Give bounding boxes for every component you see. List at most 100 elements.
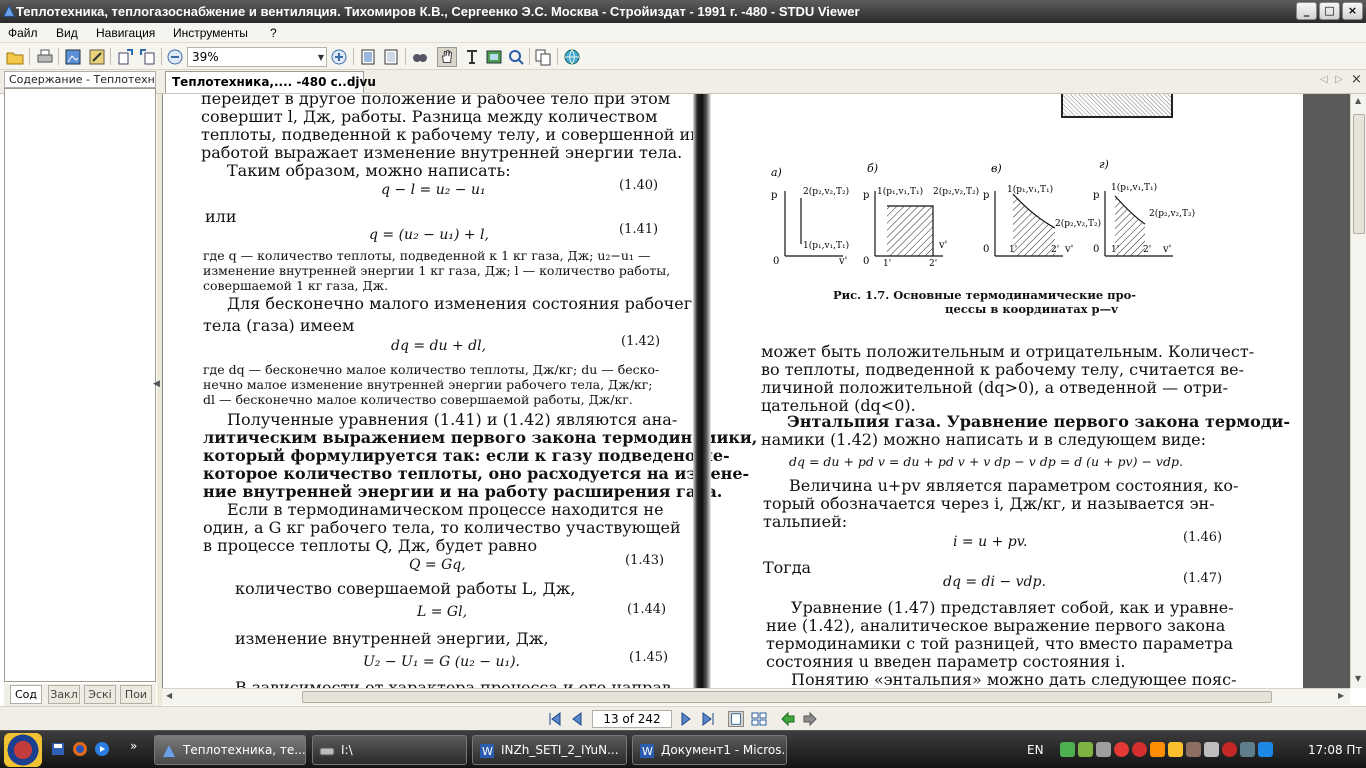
tray-gear-icon[interactable] xyxy=(1096,742,1111,757)
collapse-arrow-icon[interactable]: ◀ xyxy=(153,379,160,389)
task-stdu-viewer[interactable]: Теплотехника, те... xyxy=(154,735,306,765)
scroll-right-icon[interactable]: ▶ xyxy=(1338,691,1344,700)
zoom-area-icon[interactable] xyxy=(506,47,526,67)
zoom-in-icon[interactable] xyxy=(329,47,349,67)
tray-user-icon[interactable] xyxy=(1186,742,1201,757)
tray-network-icon[interactable] xyxy=(1060,742,1075,757)
close-tab-icon[interactable]: × xyxy=(1351,72,1362,87)
quicklaunch-more-icon[interactable]: » xyxy=(130,739,137,753)
copy-icon[interactable] xyxy=(533,47,553,67)
tray-opera-icon[interactable] xyxy=(1132,742,1147,757)
figure-label: б) xyxy=(867,162,878,175)
text-line: литическим выражением первого закона тер… xyxy=(203,428,758,447)
tray-update-icon[interactable] xyxy=(1168,742,1183,757)
scroll-thumb[interactable] xyxy=(1353,114,1365,234)
tab-document[interactable]: Теплотехника,.... -480 с..djvu xyxy=(165,71,376,93)
tray-flash-icon[interactable] xyxy=(1222,742,1237,757)
zoom-select[interactable]: 39% ▼ xyxy=(187,47,327,67)
maximize-button[interactable]: □ xyxy=(1319,2,1340,20)
text-line: где q — количество теплоты, подведенной … xyxy=(203,248,651,263)
task-explorer[interactable]: I:\ xyxy=(312,735,467,765)
scroll-down-icon[interactable]: ▼ xyxy=(1355,674,1361,683)
text-select-icon[interactable] xyxy=(462,47,482,67)
print-icon[interactable] xyxy=(35,47,55,67)
scroll-up-icon[interactable]: ▲ xyxy=(1355,96,1361,105)
scroll-thumb[interactable] xyxy=(302,691,1272,703)
forward-icon[interactable] xyxy=(802,711,818,727)
facing-pages-view-icon[interactable] xyxy=(751,711,767,727)
text-line: тела (газа) имеем xyxy=(203,316,355,335)
equation-number: (1.46) xyxy=(1183,530,1223,545)
rotate-right-icon[interactable] xyxy=(138,47,158,67)
toolbar-separator xyxy=(29,48,30,65)
text-line: термодинамики с той разницей, что вместо… xyxy=(766,634,1234,653)
toolbar-separator xyxy=(405,48,406,65)
close-button[interactable]: × xyxy=(1342,2,1363,20)
document-viewer[interactable]: перейдет в другое положение и рабочее те… xyxy=(162,94,1350,688)
menu-view[interactable]: Вид xyxy=(56,26,78,40)
open-folder-icon[interactable] xyxy=(5,47,25,67)
tray-display-icon[interactable] xyxy=(1240,742,1255,757)
scroll-left-icon[interactable]: ◀ xyxy=(166,691,172,700)
text-line: Таким образом, можно написать: xyxy=(227,161,511,180)
tray-monitor-icon[interactable] xyxy=(1258,742,1273,757)
tab-contents[interactable]: Сод xyxy=(10,685,42,704)
text-line: может быть положительным и отрицательным… xyxy=(761,342,1255,361)
text-line: в процессе теплоты Q, Дж, будет равно xyxy=(203,536,538,555)
first-page-icon[interactable] xyxy=(547,711,563,727)
clock[interactable]: 17:08 Пт 14 xyxy=(1308,743,1366,757)
tab-search[interactable]: Пои xyxy=(120,685,152,704)
page-number-input[interactable]: 13 of 242 xyxy=(592,710,672,728)
tab-thumbnails[interactable]: Эскі xyxy=(84,685,116,704)
fit-page-icon[interactable] xyxy=(381,47,401,67)
task-word-document[interactable]: W INZh_SETI_2_IYuN... xyxy=(472,735,627,765)
task-label: INZh_SETI_2_IYuN... xyxy=(501,743,619,757)
quicklaunch-media-icon[interactable] xyxy=(94,741,110,757)
menu-file[interactable]: Файл xyxy=(8,26,38,40)
tab-bookmarks[interactable]: Закл xyxy=(48,685,80,704)
menu-tools[interactable]: Инструменты xyxy=(173,26,248,40)
tray-arrows-icon[interactable] xyxy=(1078,742,1093,757)
quicklaunch-save-icon[interactable] xyxy=(50,741,66,757)
figure-top-fragment xyxy=(1061,94,1173,118)
tray-antivirus-icon[interactable] xyxy=(1114,742,1129,757)
single-page-icon[interactable] xyxy=(358,47,378,67)
text-line: один, а G кг рабочего тела, то количеств… xyxy=(203,518,681,537)
axis-label: 0 xyxy=(863,256,869,267)
previous-page-icon[interactable] xyxy=(569,711,585,727)
scanned-page: перейдет в другое положение и рабочее те… xyxy=(163,94,1303,688)
edit-icon[interactable] xyxy=(87,47,107,67)
tray-volume-icon[interactable] xyxy=(1150,742,1165,757)
zoom-out-icon[interactable] xyxy=(165,47,185,67)
text-line: Для бесконечно малого изменения состояни… xyxy=(227,294,702,313)
minimize-button[interactable]: _ xyxy=(1296,2,1317,20)
tab-scroll-right-icon[interactable]: ▷ xyxy=(1335,74,1343,85)
task-label: Теплотехника, те... xyxy=(183,743,306,757)
axis-label: 0 xyxy=(773,256,779,267)
hand-tool-icon[interactable] xyxy=(437,47,457,67)
axis-tick: 1' xyxy=(883,259,891,269)
quicklaunch-firefox-icon[interactable] xyxy=(72,741,88,757)
globe-icon[interactable] xyxy=(562,47,582,67)
language-indicator[interactable]: EN xyxy=(1027,743,1044,757)
equation-number: (1.43) xyxy=(625,553,665,568)
vertical-scrollbar[interactable]: ▲ ▼ xyxy=(1350,94,1366,688)
task-word-document-new[interactable]: W Документ1 - Micros... xyxy=(632,735,787,765)
text-line: Величина u+pv является параметром состоя… xyxy=(789,476,1239,495)
export-image-icon[interactable] xyxy=(63,47,83,67)
tab-scroll-left-icon[interactable]: ◁ xyxy=(1320,74,1328,85)
axis-tick: 1' xyxy=(1111,245,1119,255)
last-page-icon[interactable] xyxy=(700,711,716,727)
sidebar-contents[interactable] xyxy=(4,88,156,682)
single-page-view-icon[interactable] xyxy=(728,711,744,727)
back-icon[interactable] xyxy=(780,711,796,727)
horizontal-scrollbar[interactable]: ◀ ▶ xyxy=(162,688,1350,705)
snapshot-icon[interactable] xyxy=(484,47,504,67)
start-button[interactable] xyxy=(4,733,42,767)
next-page-icon[interactable] xyxy=(678,711,694,727)
find-icon[interactable] xyxy=(410,47,430,67)
tray-tools-icon[interactable] xyxy=(1204,742,1219,757)
menu-navigation[interactable]: Навигация xyxy=(96,26,155,40)
rotate-left-icon[interactable] xyxy=(115,47,135,67)
menu-help[interactable]: ? xyxy=(270,26,277,40)
